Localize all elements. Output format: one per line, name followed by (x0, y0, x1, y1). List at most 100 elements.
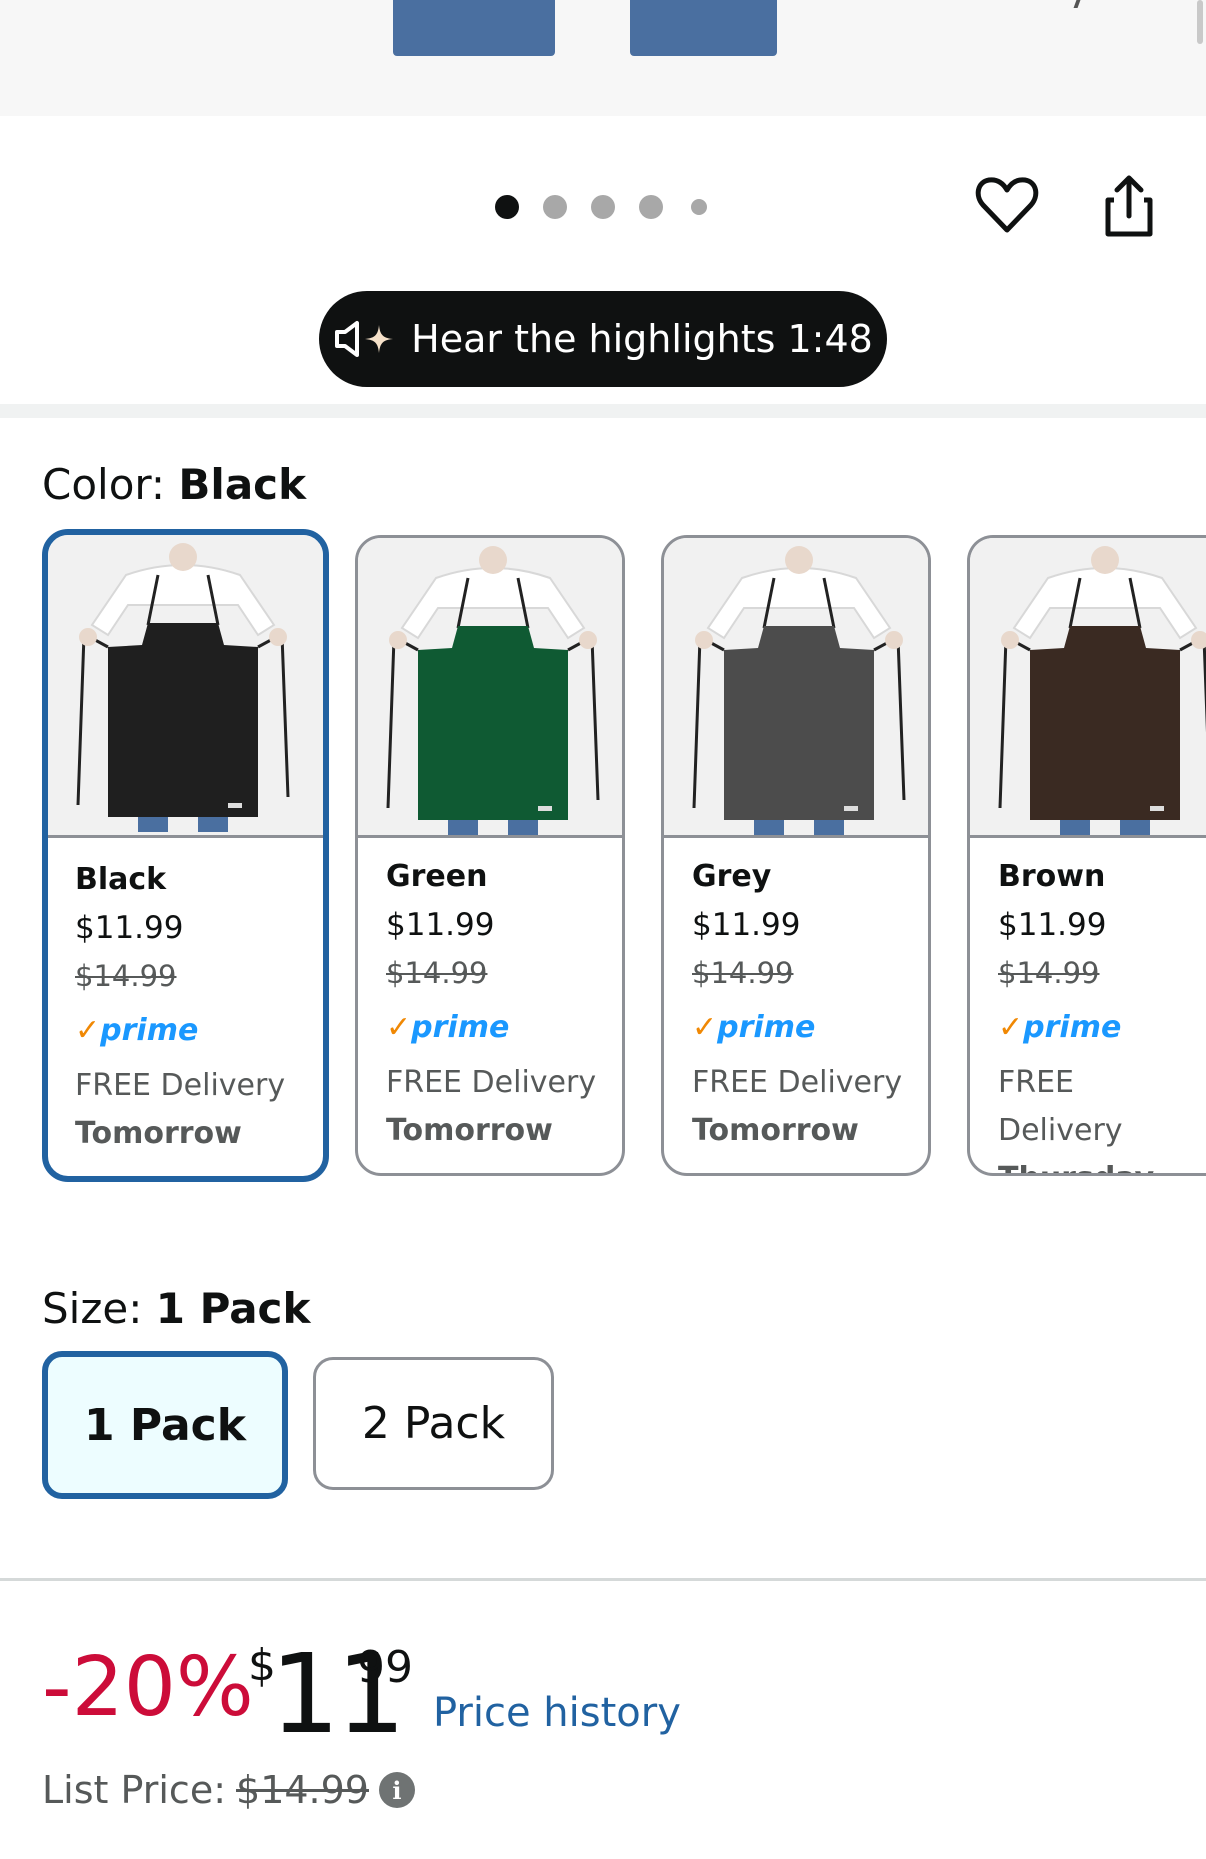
prime-check-icon: ✓ (998, 1010, 1024, 1045)
jeans-right (814, 820, 844, 835)
heart-icon (975, 177, 1039, 233)
apron-image (48, 535, 323, 838)
head (169, 543, 197, 571)
apron-illustration (76, 543, 290, 832)
prime-text: prime (717, 1010, 816, 1045)
prime-check-icon: ✓ (692, 1010, 718, 1045)
prime-badge: ✓prime (998, 997, 1206, 1059)
option-name: Grey (692, 859, 772, 894)
section-divider (0, 404, 1206, 418)
size-label-prefix: Size: (42, 1284, 156, 1333)
option-name: Brown (998, 859, 1106, 894)
right-hand (579, 631, 597, 649)
apron-tag (844, 806, 858, 811)
delivery-text: FREE Delivery (386, 1065, 597, 1100)
jeans-right (198, 817, 228, 832)
jeans-left (138, 817, 168, 832)
left-hand (695, 631, 713, 649)
head (479, 546, 507, 574)
apron-illustration (692, 546, 906, 835)
apron-body (724, 626, 874, 820)
share-button[interactable] (1096, 172, 1162, 238)
option-old-price: $14.99 (386, 956, 488, 990)
prime-badge: ✓prime (386, 997, 612, 1059)
option-price: $11.99 (692, 907, 801, 943)
size-option-label: 1 Pack (83, 1399, 247, 1451)
delivery-day: Tomorrow (75, 1116, 242, 1151)
size-option-1-pack[interactable]: 1 Pack (42, 1351, 288, 1499)
carousel-dot-4[interactable] (639, 195, 663, 219)
wishlist-button[interactable] (974, 172, 1040, 238)
prime-badge: ✓prime (692, 997, 918, 1059)
jeans-left (448, 820, 478, 835)
scrollbar[interactable] (1197, 0, 1203, 44)
apron-tag (1150, 806, 1164, 811)
size-selected-value: 1 Pack (155, 1284, 311, 1333)
delivery-text: FREE Delivery (998, 1065, 1123, 1148)
image-detail-mark (1073, 0, 1081, 8)
prime-text: prime (411, 1010, 510, 1045)
carousel-dot-2[interactable] (543, 195, 567, 219)
right-hand (269, 628, 287, 646)
size-option-label: 2 Pack (361, 1398, 506, 1449)
info-icon[interactable]: i (378, 1772, 415, 1808)
jeans-left (754, 820, 784, 835)
option-name: Green (386, 859, 488, 894)
carousel-dot-3[interactable] (591, 195, 615, 219)
prime-text: prime (100, 1013, 199, 1048)
jeans-leg-left (393, 0, 555, 56)
discount-percent: -20% (42, 1640, 254, 1735)
prime-text: prime (1023, 1010, 1122, 1045)
option-old-price: $14.99 (998, 956, 1100, 990)
jeans-left (1060, 820, 1090, 835)
color-label-prefix: Color: (42, 460, 179, 509)
share-icon (1105, 175, 1153, 237)
option-price: $11.99 (998, 907, 1107, 943)
color-option-black[interactable]: Black $11.99 $14.99 ✓prime FREE Delivery… (42, 529, 329, 1182)
color-selected-value: Black (178, 460, 307, 509)
apron-illustration (998, 546, 1206, 835)
apron-image (358, 538, 622, 838)
prime-check-icon: ✓ (386, 1010, 412, 1045)
apron-tag (538, 806, 552, 811)
product-image-bottom[interactable] (0, 0, 1206, 116)
right-hand (1191, 631, 1206, 649)
carousel-dot-1[interactable] (495, 195, 519, 219)
hear-highlights-label: Hear the highlights 1:48 (411, 317, 873, 361)
delivery-day: Tomorrow (386, 1113, 553, 1148)
price-history-link[interactable]: Price history (433, 1690, 681, 1736)
jeans-right (508, 820, 538, 835)
list-price-value: $14.99 (236, 1768, 369, 1812)
apron-body (418, 626, 568, 820)
list-price-row: List Price: $14.99 i (42, 1768, 415, 1812)
left-hand (1001, 631, 1019, 649)
apron-tag (228, 803, 242, 808)
color-option-green[interactable]: Green $11.99 $14.99 ✓prime FREE Delivery… (355, 535, 625, 1176)
price-divider (0, 1578, 1206, 1581)
option-price: $11.99 (386, 907, 495, 943)
list-price-label: List Price: (42, 1768, 227, 1812)
price-fraction: 99 (357, 1642, 413, 1693)
size-option-2-pack[interactable]: 2 Pack (313, 1357, 554, 1490)
right-hand (885, 631, 903, 649)
left-hand (389, 631, 407, 649)
option-name: Black (75, 862, 167, 897)
apron-image (970, 538, 1206, 838)
apron-illustration (386, 546, 600, 835)
color-option-grey[interactable]: Grey $11.99 $14.99 ✓prime FREE Delivery … (661, 535, 931, 1176)
option-old-price: $14.99 (692, 956, 794, 990)
delivery-day: Tomorrow (692, 1113, 859, 1148)
left-hand (79, 628, 97, 646)
size-label: Size: 1 Pack (42, 1284, 310, 1333)
hear-highlights-button[interactable]: Hear the highlights 1:48 (319, 291, 887, 387)
delivery-text: FREE Delivery (75, 1068, 286, 1103)
speaker-sparkle-icon (335, 321, 394, 357)
color-label: Color: Black (42, 460, 306, 509)
head (1091, 546, 1119, 574)
jeans-right (1120, 820, 1150, 835)
prime-check-icon: ✓ (75, 1013, 101, 1048)
head (785, 546, 813, 574)
carousel-dot-5[interactable] (691, 199, 707, 215)
jeans-leg-right (630, 0, 777, 56)
color-option-brown[interactable]: Brown $11.99 $14.99 ✓prime FREE Delivery… (967, 535, 1206, 1176)
